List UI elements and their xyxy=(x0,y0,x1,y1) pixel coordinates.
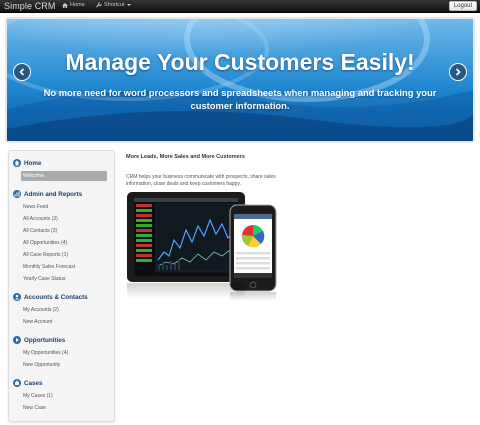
logout-button[interactable]: Logout xyxy=(449,1,477,11)
sidebar-section-title: Opportunities xyxy=(24,336,66,344)
sidebar-item-yearly-case-status[interactable]: Yearly Case Status xyxy=(23,276,65,282)
sidebar-nav: Home Welcome Admin and Reports News Feed… xyxy=(8,150,115,422)
sidebar-section-title: Home xyxy=(24,159,42,167)
cases-icon xyxy=(13,379,21,387)
sidebar-item-my-opportunities[interactable]: My Opportunities (4) xyxy=(23,350,68,356)
sidebar-item-all-opportunities[interactable]: All Opportunities (4) xyxy=(23,240,67,246)
sidebar-item-all-contacts[interactable]: All Contacts (3) xyxy=(23,228,57,234)
sidebar-section-title: Admin and Reports xyxy=(24,190,83,198)
sidebar-section-cases[interactable]: Cases xyxy=(13,379,43,387)
hero-subtitle: No more need for word processors and spr… xyxy=(43,87,437,111)
opportunities-icon xyxy=(13,336,21,344)
wrench-icon xyxy=(96,2,102,8)
sidebar-section-accounts-contacts[interactable]: Accounts & Contacts xyxy=(13,293,88,301)
sidebar-item-welcome[interactable]: Welcome xyxy=(21,171,107,181)
nav-home-label: Home xyxy=(70,2,85,8)
nav-shortcut-label: Shortcut xyxy=(104,2,125,8)
sidebar-item-news-feed[interactable]: News Feed xyxy=(23,204,48,210)
sidebar-item-new-case[interactable]: New Case xyxy=(23,405,46,411)
home-icon xyxy=(62,2,68,8)
hero-background xyxy=(7,19,473,141)
devices-illustration xyxy=(127,192,277,301)
admin-icon xyxy=(13,190,21,198)
sidebar-section-admin-reports[interactable]: Admin and Reports xyxy=(13,190,82,198)
sidebar-section-title: Cases xyxy=(24,379,43,387)
sidebar-section-opportunities[interactable]: Opportunities xyxy=(13,336,65,344)
content-heading: More Leads, More Sales and More Customer… xyxy=(126,154,245,160)
sidebar-item-all-accounts[interactable]: All Accounts (3) xyxy=(23,216,58,222)
nav-shortcut-dropdown[interactable]: Shortcut xyxy=(96,2,132,8)
carousel-prev-button[interactable] xyxy=(13,63,31,81)
carousel-next-button[interactable] xyxy=(449,63,467,81)
content-description: CRM helps your business communicate with… xyxy=(126,174,276,187)
contacts-icon xyxy=(13,293,21,301)
sidebar-item-monthly-sales-forecast[interactable]: Monthly Sales Forecast xyxy=(23,264,75,270)
sidebar-item-my-cases[interactable]: My Cases (1) xyxy=(23,393,53,399)
sidebar-item-new-opportunity[interactable]: New Opportunity xyxy=(23,362,60,368)
nav-home[interactable]: Home xyxy=(62,2,85,8)
sidebar-item-my-accounts[interactable]: My Accounts (2) xyxy=(23,307,59,313)
top-navbar: Simple CRM Home Shortcut Logout xyxy=(0,0,480,13)
sidebar-item-all-case-reports[interactable]: All Case Reports (1) xyxy=(23,252,68,258)
hero-carousel: Manage Your Customers Easily! No more ne… xyxy=(5,17,475,143)
hero-title: Manage Your Customers Easily! xyxy=(65,49,415,75)
chevron-right-icon xyxy=(455,68,461,76)
home-icon xyxy=(13,159,21,167)
brand-logo[interactable]: Simple CRM xyxy=(4,1,56,11)
chevron-left-icon xyxy=(19,68,25,76)
sidebar-section-home[interactable]: Home xyxy=(13,159,42,167)
chevron-down-icon xyxy=(127,4,132,6)
sidebar-item-new-account[interactable]: New Account xyxy=(23,319,52,325)
sidebar-section-title: Accounts & Contacts xyxy=(24,293,88,301)
